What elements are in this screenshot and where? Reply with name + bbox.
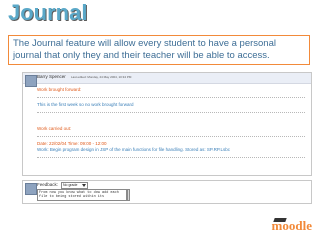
feedback-label: Feedback: xyxy=(37,182,59,187)
avatar[interactable] xyxy=(25,75,37,87)
divider xyxy=(37,97,305,98)
last-edited: Last edited: Monday, 24 May 2004, 10:34 … xyxy=(71,75,132,79)
work-text: Work: Begin program design in JSP of the… xyxy=(37,147,231,152)
divider xyxy=(37,136,305,137)
divider xyxy=(37,112,305,113)
brought-forward-label: Work brought forward: xyxy=(37,87,82,92)
textarea-scrollbar[interactable] xyxy=(127,189,130,201)
journal-entry-panel: Barry Spencer Last edited: Monday, 24 Ma… xyxy=(22,72,312,176)
page-title: Journal xyxy=(8,0,88,25)
feedback-panel: Feedback: No grade From now you know wha… xyxy=(22,180,312,204)
carried-out-label: Work carried out: xyxy=(37,126,72,131)
feedback-textarea[interactable]: From now you know what to dow add each f… xyxy=(37,189,127,201)
intro-text: The Journal feature will allow every stu… xyxy=(8,35,310,65)
logo-text: moodle xyxy=(271,218,312,233)
grade-select[interactable]: No grade xyxy=(61,182,88,189)
entry-header: Barry Spencer Last edited: Monday, 24 Ma… xyxy=(23,73,311,87)
divider xyxy=(37,157,305,158)
moodle-logo: moodle xyxy=(272,218,312,234)
brought-forward-text: This is the first week so no work brough… xyxy=(37,102,134,107)
entry-body: Work brought forward: This is the first … xyxy=(37,87,305,162)
avatar xyxy=(25,183,37,195)
user-name[interactable]: Barry Spencer xyxy=(37,74,66,79)
